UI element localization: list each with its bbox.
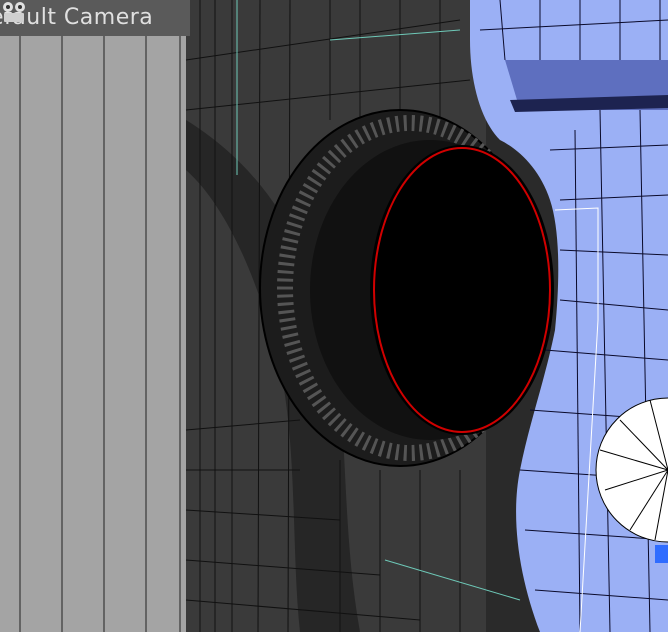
knob-object[interactable] xyxy=(259,109,554,467)
3d-viewport[interactable]: efault Camera xyxy=(0,0,668,632)
viewport-scene[interactable] xyxy=(0,0,668,632)
camera-icon[interactable] xyxy=(3,2,187,30)
left-panel-surface xyxy=(0,0,190,632)
knob-face xyxy=(370,145,554,435)
blue-marker xyxy=(655,545,668,563)
camera-header[interactable]: efault Camera xyxy=(0,0,190,36)
